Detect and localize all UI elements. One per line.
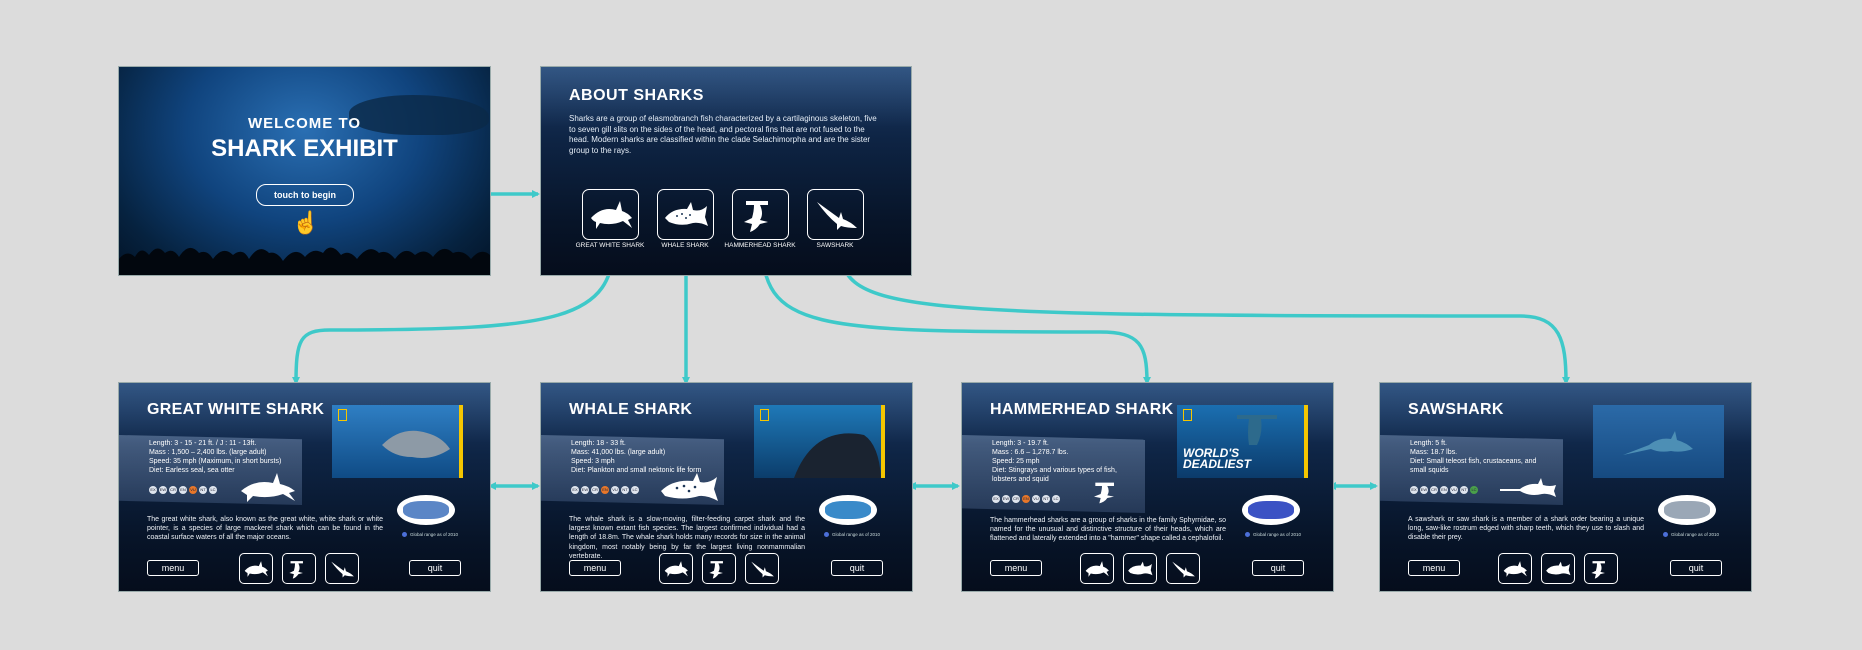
nav-sawshark-button[interactable] bbox=[1166, 553, 1200, 584]
whale-shark-icon bbox=[664, 201, 708, 226]
detail-title: GREAT WHITE SHARK bbox=[147, 401, 325, 418]
menu-button[interactable]: menu bbox=[569, 560, 621, 576]
nav-great-white-button[interactable] bbox=[1498, 553, 1532, 584]
great-white-icon bbox=[1503, 560, 1527, 577]
hammerhead-icon bbox=[1591, 560, 1605, 579]
map-legend: Global range as of 2010 bbox=[1245, 532, 1301, 538]
great-white-screen: GREAT WHITE SHARK Length: 3 - 15 - 21 ft… bbox=[119, 383, 490, 591]
great-white-tile[interactable] bbox=[582, 189, 639, 240]
shark-photo bbox=[1593, 405, 1724, 478]
quit-button[interactable]: quit bbox=[1252, 560, 1304, 576]
worlds-deadliest-caption: WORLD'S DEADLIEST bbox=[1183, 446, 1252, 471]
hammerhead-icon bbox=[289, 560, 303, 579]
hammerhead-tile[interactable] bbox=[732, 189, 789, 240]
nav-hammerhead-button[interactable] bbox=[282, 553, 316, 584]
welcome-screen: WELCOME TO SHARK EXHIBIT touch to begin … bbox=[119, 67, 490, 275]
detail-title: HAMMERHEAD SHARK bbox=[990, 401, 1174, 418]
about-screen: ABOUT SHARKS Sharks are a group of elasm… bbox=[541, 67, 911, 275]
great-white-icon bbox=[1085, 560, 1109, 577]
hammerhead-silhouette bbox=[1094, 482, 1114, 504]
description: A sawshark or saw shark is a member of a… bbox=[1408, 516, 1644, 542]
great-white-icon bbox=[590, 200, 632, 229]
welcome-subtitle: WELCOME TO bbox=[247, 115, 362, 132]
quit-button[interactable]: quit bbox=[831, 560, 883, 576]
detail-title: SAWSHARK bbox=[1408, 401, 1504, 418]
nav-great-white-button[interactable] bbox=[659, 553, 693, 584]
whale-shark-silhouette bbox=[661, 473, 718, 501]
crowd-silhouette bbox=[119, 247, 490, 275]
great-white-silhouette bbox=[241, 473, 295, 502]
conservation-status: EX EW CR EN VU NT LC bbox=[149, 486, 217, 494]
nav-great-white-button[interactable] bbox=[1080, 553, 1114, 584]
sawshark-icon bbox=[751, 561, 774, 577]
conservation-status: EX EW CR EN VU NT LC bbox=[571, 486, 639, 494]
whale-shark-tile[interactable] bbox=[657, 189, 714, 240]
nav-hammerhead-button[interactable] bbox=[1584, 553, 1618, 584]
facts-list: Length: 18 - 33 ft. Mass: 41,000 lbs. (la… bbox=[571, 440, 702, 474]
nav-sawshark-button[interactable] bbox=[745, 553, 779, 584]
sawshark-silhouette bbox=[1500, 478, 1556, 497]
quit-button[interactable]: quit bbox=[409, 560, 461, 576]
map-legend: Global range as of 2010 bbox=[402, 532, 458, 538]
quit-button[interactable]: quit bbox=[1670, 560, 1722, 576]
menu-button[interactable]: menu bbox=[1408, 560, 1460, 576]
menu-button[interactable]: menu bbox=[147, 560, 199, 576]
shark-photo bbox=[754, 405, 885, 478]
hammerhead-screen: HAMMERHEAD SHARK Length: 3 - 19.7 ft. Mas… bbox=[962, 383, 1333, 591]
hammerhead-icon bbox=[709, 560, 723, 579]
detail-title: WHALE SHARK bbox=[569, 401, 693, 418]
shark-photo bbox=[332, 405, 463, 478]
nav-whale-shark-button[interactable] bbox=[1123, 553, 1157, 584]
range-map bbox=[397, 495, 455, 525]
nav-hammerhead-button[interactable] bbox=[702, 553, 736, 584]
sawshark-label: SAWSHARK bbox=[816, 242, 854, 249]
welcome-title: SHARK EXHIBIT bbox=[211, 135, 398, 162]
great-white-icon bbox=[664, 560, 688, 577]
whale-shark-screen: WHALE SHARK Length: 18 - 33 ft. Mass: 41,… bbox=[541, 383, 912, 591]
hammerhead-icon bbox=[743, 200, 768, 232]
facts-list: Length: 3 - 15 - 21 ft. / J : 11 - 13ft.… bbox=[149, 440, 282, 474]
conservation-status: EX EW CR EN VU NT LC bbox=[992, 495, 1060, 503]
facts-list: Length: 5 ft. Mass: 18.7 lbs. Diet: Small … bbox=[1410, 440, 1537, 474]
map-legend: Global range as of 2010 bbox=[1663, 532, 1719, 538]
about-paragraph: Sharks are a group of elasmobranch fish … bbox=[569, 114, 877, 155]
nav-whale-shark-button[interactable] bbox=[1541, 553, 1575, 584]
nav-great-white-button[interactable] bbox=[239, 553, 273, 584]
description: The hammerhead sharks are a group of sha… bbox=[990, 517, 1226, 543]
menu-button[interactable]: menu bbox=[990, 560, 1042, 576]
sawshark-screen: SAWSHARK Length: 5 ft. Mass: 18.7 lbs. Die… bbox=[1380, 383, 1751, 591]
range-map bbox=[1242, 495, 1300, 525]
sawshark-icon bbox=[1172, 561, 1195, 577]
connector-to-sawshark bbox=[838, 239, 1570, 385]
conservation-status: EX EW CR EN VU NT LC bbox=[1410, 486, 1478, 494]
range-map bbox=[1658, 495, 1716, 525]
sawshark-icon bbox=[816, 201, 857, 230]
map-legend: Global range as of 2010 bbox=[824, 532, 880, 538]
range-map bbox=[819, 495, 877, 525]
about-title: ABOUT SHARKS bbox=[569, 87, 704, 104]
description: The great white shark, also known as the… bbox=[147, 516, 383, 542]
sawshark-tile[interactable] bbox=[807, 189, 864, 240]
touch-to-begin-button[interactable]: touch to begin bbox=[256, 184, 354, 206]
shark-photo: WORLD'S DEADLIEST bbox=[1177, 405, 1308, 478]
whale-shark-icon bbox=[1546, 561, 1571, 575]
whale-shark-icon bbox=[1128, 561, 1153, 575]
nav-sawshark-button[interactable] bbox=[325, 553, 359, 584]
sawshark-icon bbox=[331, 561, 354, 577]
great-white-icon bbox=[244, 560, 268, 577]
